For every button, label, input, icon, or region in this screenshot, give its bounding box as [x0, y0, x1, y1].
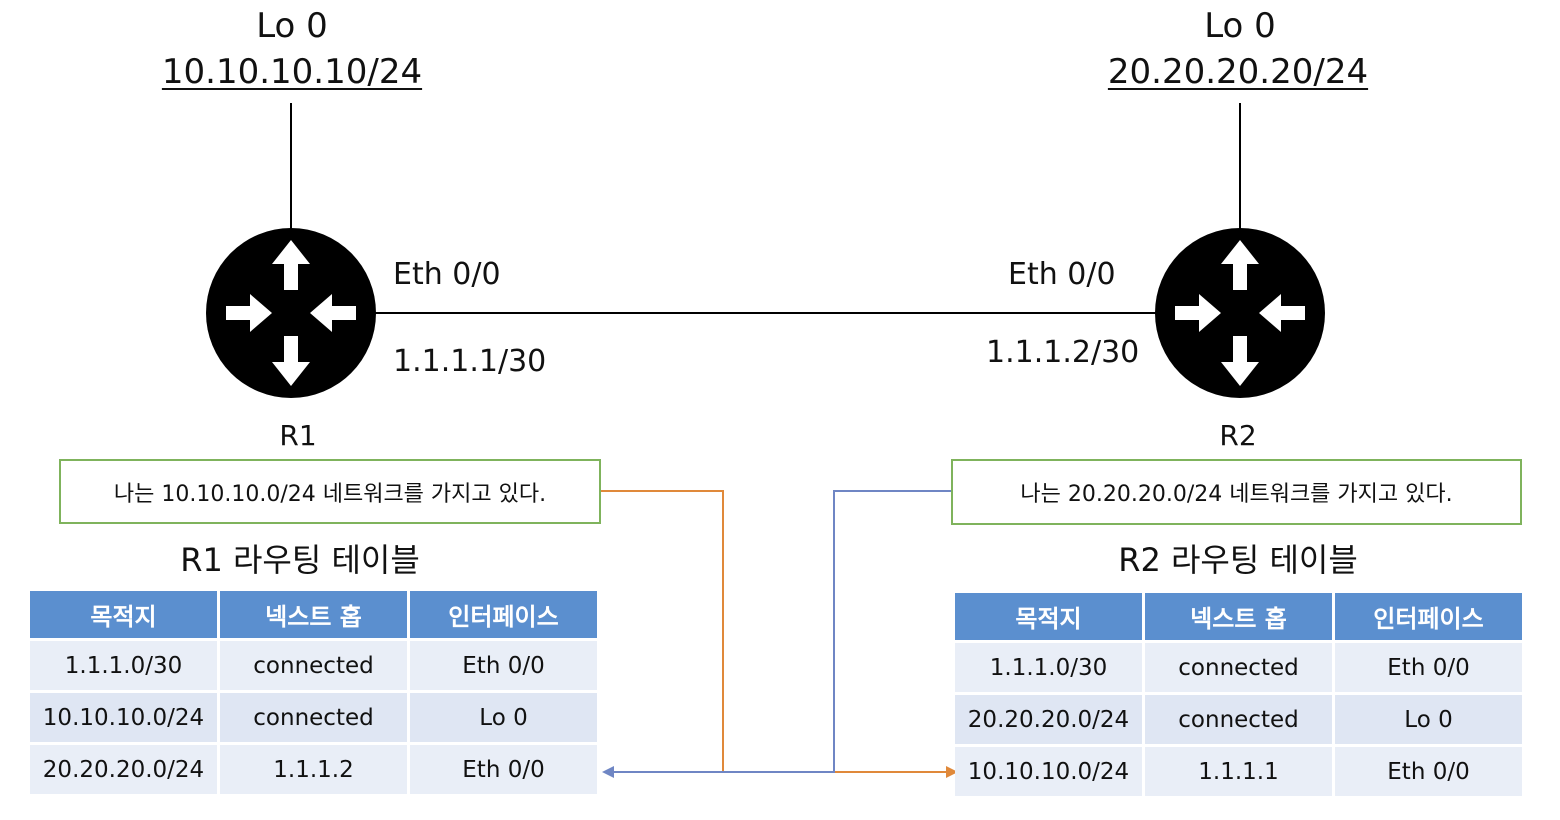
header-next-hop: 넥스트 홉 [220, 591, 407, 638]
table-row: 20.20.20.0/24 connected Lo 0 [955, 695, 1522, 744]
r2-interface-label: Eth 0/0 [1008, 257, 1116, 292]
table-header-row: 목적지 넥스트 홉 인터페이스 [955, 593, 1522, 640]
header-interface: 인터페이스 [410, 591, 597, 638]
cell-interface: Eth 0/0 [410, 641, 597, 690]
cell-interface: Lo 0 [410, 693, 597, 742]
r2-advert-connector [612, 490, 951, 773]
cell-next-hop: connected [1145, 643, 1332, 692]
cell-next-hop: 1.1.1.2 [220, 745, 407, 794]
table-row: 20.20.20.0/24 1.1.1.2 Eth 0/0 [30, 745, 597, 794]
header-destination: 목적지 [955, 593, 1142, 640]
cell-next-hop: connected [220, 693, 407, 742]
cell-destination: 1.1.1.0/30 [955, 643, 1142, 692]
router-icon [1155, 228, 1325, 398]
r1-interface-label: Eth 0/0 [393, 257, 501, 292]
r1-loopback-address: 10.10.10.10/24 [161, 52, 423, 92]
cell-next-hop: connected [220, 641, 407, 690]
r1-name: R1 [279, 419, 317, 452]
r2-interface-address: 1.1.1.2/30 [986, 335, 1140, 370]
table-row: 10.10.10.0/24 1.1.1.1 Eth 0/0 [955, 747, 1522, 796]
cell-destination: 20.20.20.0/24 [955, 695, 1142, 744]
header-interface: 인터페이스 [1335, 593, 1522, 640]
cell-destination: 20.20.20.0/24 [30, 745, 217, 794]
cell-interface: Eth 0/0 [1335, 643, 1522, 692]
header-next-hop: 넥스트 홉 [1145, 593, 1332, 640]
r1-advert-connector [601, 490, 948, 773]
r1-routing-table: 목적지 넥스트 홉 인터페이스 1.1.1.0/30 connected Eth… [27, 588, 600, 797]
cell-next-hop: 1.1.1.1 [1145, 747, 1332, 796]
r2-network-note: 나는 20.20.20.0/24 네트워크를 가지고 있다. [951, 459, 1522, 525]
cell-interface: Eth 0/0 [410, 745, 597, 794]
r2-table-title: R2 라우팅 테이블 [1118, 541, 1358, 579]
r1-loopback-label: Lo 0 [256, 6, 328, 46]
r1-network-note: 나는 10.10.10.0/24 네트워크를 가지고 있다. [59, 459, 601, 524]
r1-table-title: R1 라우팅 테이블 [180, 541, 420, 579]
r2-routing-table: 목적지 넥스트 홉 인터페이스 1.1.1.0/30 connected Eth… [952, 590, 1525, 799]
cell-interface: Eth 0/0 [1335, 747, 1522, 796]
r2-advert-arrowhead [602, 766, 614, 778]
cell-destination: 1.1.1.0/30 [30, 641, 217, 690]
r2-name: R2 [1219, 419, 1257, 452]
table-row: 10.10.10.0/24 connected Lo 0 [30, 693, 597, 742]
r2-loopback-address: 20.20.20.20/24 [1107, 52, 1369, 92]
r2-loopback-label: Lo 0 [1204, 6, 1276, 46]
r1-interface-address: 1.1.1.1/30 [393, 344, 547, 379]
router-icon [206, 228, 376, 398]
cell-destination: 10.10.10.0/24 [955, 747, 1142, 796]
cell-interface: Lo 0 [1335, 695, 1522, 744]
table-header-row: 목적지 넥스트 홉 인터페이스 [30, 591, 597, 638]
cell-destination: 10.10.10.0/24 [30, 693, 217, 742]
table-row: 1.1.1.0/30 connected Eth 0/0 [30, 641, 597, 690]
header-destination: 목적지 [30, 591, 217, 638]
table-row: 1.1.1.0/30 connected Eth 0/0 [955, 643, 1522, 692]
cell-next-hop: connected [1145, 695, 1332, 744]
